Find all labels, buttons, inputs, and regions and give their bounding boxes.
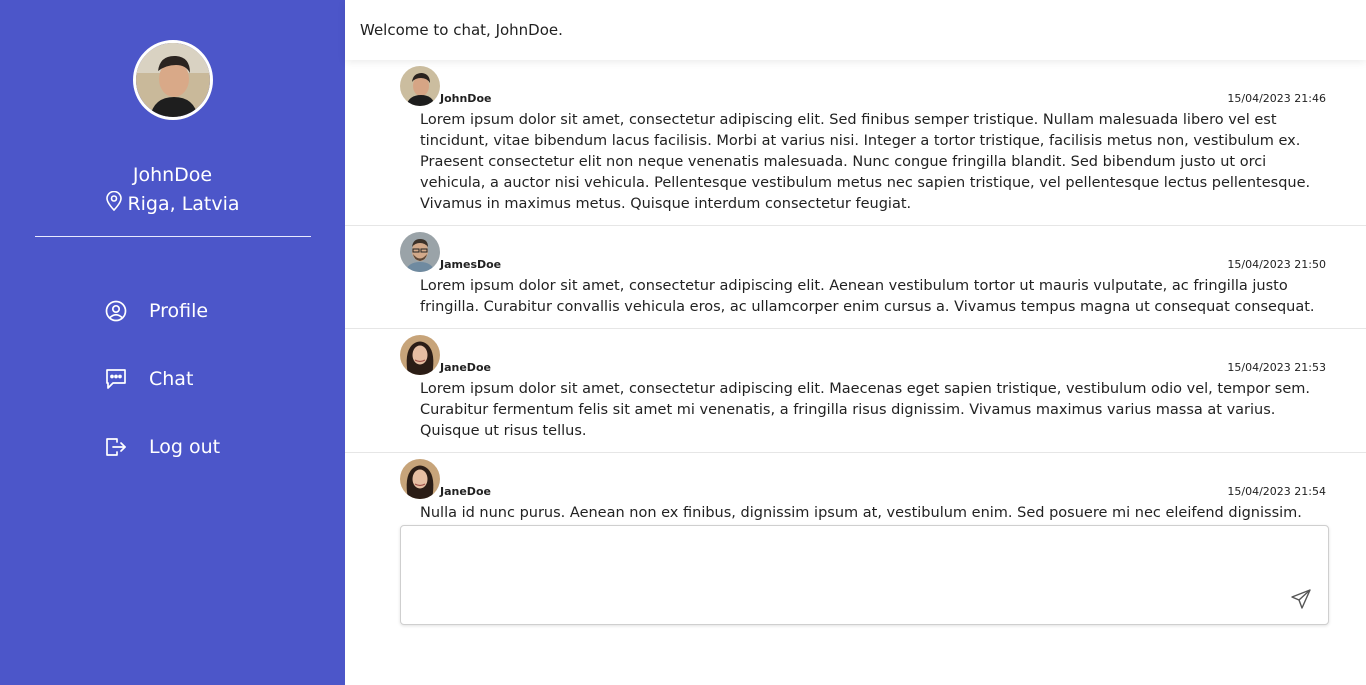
nav-item-chat[interactable]: Chat	[103, 364, 220, 394]
nav-item-logout[interactable]: Log out	[103, 432, 220, 462]
sidebar-location: Riga, Latvia	[0, 190, 345, 216]
message-timestamp: 15/04/2023 21:53	[1227, 361, 1326, 374]
message-item: JamesDoe 15/04/2023 21:50 Lorem ipsum do…	[345, 226, 1366, 329]
welcome-text: Welcome to chat, JohnDoe.	[360, 21, 563, 39]
message-item: JaneDoe 15/04/2023 21:53 Lorem ipsum dol…	[345, 329, 1366, 453]
message-author: JaneDoe	[440, 361, 491, 374]
message-author: JamesDoe	[440, 258, 502, 271]
chat-header: Welcome to chat, JohnDoe.	[345, 0, 1366, 60]
sidebar-username: JohnDoe	[132, 164, 213, 186]
user-circle-icon	[103, 298, 129, 324]
message-header: JohnDoe 15/04/2023 21:46	[400, 64, 1326, 106]
nav-item-profile[interactable]: Profile	[103, 296, 220, 326]
message-header: JaneDoe 15/04/2023 21:54	[400, 457, 1326, 499]
location-pin-icon	[105, 190, 123, 216]
logout-icon	[103, 434, 129, 460]
message-avatar[interactable]	[400, 66, 440, 106]
message-header: JamesDoe 15/04/2023 21:50	[400, 230, 1326, 272]
message-avatar[interactable]	[400, 232, 440, 272]
message-text: Nulla id nunc purus. Aenean non ex finib…	[420, 505, 1302, 521]
sidebar-nav: Profile Chat Log out	[103, 296, 220, 500]
nav-item-label: Log out	[149, 436, 221, 458]
message-timestamp: 15/04/2023 21:50	[1227, 258, 1326, 271]
message-timestamp: 15/04/2023 21:54	[1227, 485, 1326, 498]
message-text: Lorem ipsum dolor sit amet, consectetur …	[420, 278, 1315, 315]
message-author: JohnDoe	[440, 92, 492, 105]
nav-item-label: Profile	[149, 300, 209, 322]
sidebar-divider	[35, 236, 311, 237]
message-item: JohnDoe 15/04/2023 21:46 Lorem ipsum dol…	[345, 60, 1366, 226]
sidebar: JohnDoe Riga, Latvia Profile Chat Log ou…	[0, 0, 345, 685]
message-composer	[400, 525, 1329, 625]
location-text: Riga, Latvia	[127, 192, 240, 215]
message-text: Lorem ipsum dolor sit amet, consectetur …	[420, 112, 1311, 212]
profile-avatar[interactable]	[133, 40, 213, 120]
nav-item-label: Chat	[149, 368, 194, 390]
chat-bubble-icon	[103, 366, 129, 392]
message-list[interactable]: JohnDoe 15/04/2023 21:46 Lorem ipsum dol…	[345, 60, 1366, 525]
message-avatar[interactable]	[400, 459, 440, 499]
message-avatar[interactable]	[400, 335, 440, 375]
message-input[interactable]	[401, 526, 1328, 624]
message-text: Lorem ipsum dolor sit amet, consectetur …	[420, 381, 1310, 439]
message-item: JaneDoe 15/04/2023 21:54 Nulla id nunc p…	[345, 453, 1366, 525]
message-author: JaneDoe	[440, 485, 491, 498]
message-timestamp: 15/04/2023 21:46	[1227, 92, 1326, 105]
send-icon[interactable]	[1290, 588, 1312, 610]
message-header: JaneDoe 15/04/2023 21:53	[400, 333, 1326, 375]
